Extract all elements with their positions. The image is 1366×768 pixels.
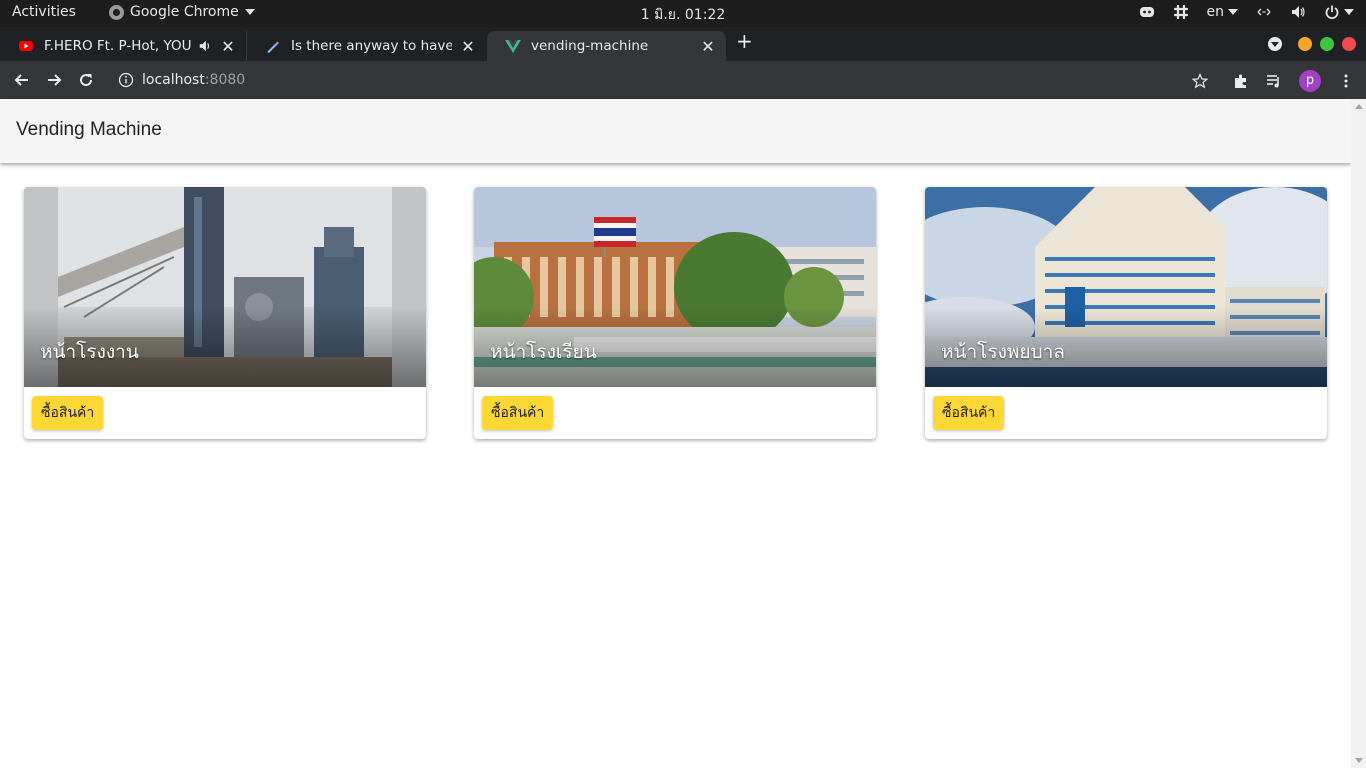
maximize-button[interactable] bbox=[1320, 37, 1334, 51]
card-caption: หน้าโรงพยบาล bbox=[941, 341, 1065, 363]
page-scrollbar[interactable] bbox=[1351, 99, 1366, 768]
power-icon bbox=[1325, 5, 1339, 19]
window-controls bbox=[1268, 37, 1356, 51]
volume-icon[interactable] bbox=[1290, 4, 1306, 20]
scroll-down-arrow[interactable] bbox=[1355, 758, 1363, 763]
tab-title: vending-machine bbox=[531, 38, 649, 54]
back-icon[interactable] bbox=[12, 70, 32, 90]
close-tab-icon[interactable]: ✕ bbox=[700, 37, 716, 56]
card-caption: หน้าโรงเรียน bbox=[490, 341, 597, 363]
activities-button[interactable]: Activities bbox=[12, 4, 76, 20]
tab-youtube[interactable]: F.HERO Ft. P-Hot, YOUNGOHM ✕ bbox=[0, 31, 246, 61]
card-school: หน้าโรงเรียน ซื้อสินค้า bbox=[474, 187, 876, 439]
close-window-button[interactable] bbox=[1342, 37, 1356, 51]
chevron-down-icon bbox=[1228, 9, 1238, 15]
address-bar[interactable]: localhost:8080 bbox=[108, 65, 1220, 95]
buy-button[interactable]: ซื้อสินค้า bbox=[32, 396, 104, 430]
scroll-up-arrow[interactable] bbox=[1355, 104, 1363, 109]
url-port: :8080 bbox=[204, 72, 246, 88]
buy-button[interactable]: ซื้อสินค้า bbox=[933, 396, 1005, 430]
forward-icon[interactable] bbox=[44, 70, 64, 90]
pencil-icon bbox=[267, 41, 279, 53]
extensions-icon[interactable] bbox=[1233, 73, 1249, 89]
url-host: localhost bbox=[142, 72, 205, 88]
slack-icon[interactable] bbox=[1173, 4, 1189, 20]
tab-vending-machine[interactable]: vending-machine ✕ bbox=[487, 31, 726, 61]
language-selector[interactable]: en bbox=[1206, 4, 1238, 20]
network-icon[interactable] bbox=[1256, 4, 1272, 20]
app-menu-label: Google Chrome bbox=[130, 4, 239, 20]
reload-icon[interactable] bbox=[76, 70, 96, 90]
speaker-icon[interactable] bbox=[198, 39, 212, 53]
new-tab-button[interactable]: + bbox=[736, 29, 753, 53]
card-factory: หน้าโรงงาน ซื้อสินค้า bbox=[24, 187, 426, 439]
factory-image: หน้าโรงงาน bbox=[24, 187, 426, 387]
app-bar: Vending Machine bbox=[0, 99, 1351, 163]
tab-search-icon[interactable] bbox=[1268, 37, 1282, 51]
card-caption: หน้าโรงงาน bbox=[40, 341, 139, 363]
card-hospital: หน้าโรงพยบาล ซื้อสินค้า bbox=[925, 187, 1327, 439]
chevron-down-icon bbox=[1344, 9, 1354, 15]
youtube-icon bbox=[19, 41, 33, 51]
close-tab-icon[interactable]: ✕ bbox=[460, 37, 476, 56]
tab-title: F.HERO Ft. P-Hot, YOUNGOHM bbox=[44, 38, 192, 54]
power-menu[interactable] bbox=[1324, 4, 1354, 20]
tab-strip: F.HERO Ft. P-Hot, YOUNGOHM ✕ Is there an… bbox=[0, 27, 1366, 61]
tab-title: Is there anyway to have Vuetify bbox=[291, 38, 452, 54]
close-tab-icon[interactable]: ✕ bbox=[220, 37, 236, 56]
school-image: หน้าโรงเรียน bbox=[474, 187, 876, 387]
info-icon[interactable] bbox=[118, 72, 134, 88]
app-menu[interactable]: Google Chrome bbox=[109, 4, 255, 20]
page-content: Vending Machine หน้าโรงงาน ซื้อสินค้า หน… bbox=[0, 99, 1351, 768]
system-tray: en bbox=[1139, 4, 1354, 20]
toolbar-actions: p bbox=[1192, 70, 1354, 92]
page-title: Vending Machine bbox=[16, 119, 162, 140]
vue-icon bbox=[505, 40, 521, 53]
hospital-image: หน้าโรงพยบาล bbox=[925, 187, 1327, 387]
browser-toolbar: localhost:8080 p bbox=[0, 61, 1366, 99]
media-control-icon[interactable] bbox=[1266, 73, 1282, 89]
system-top-bar: Activities Google Chrome 1 มิ.ย. 01:22 e… bbox=[0, 0, 1366, 27]
language-label: en bbox=[1206, 4, 1225, 20]
chrome-icon bbox=[109, 4, 124, 20]
buy-button[interactable]: ซื้อสินค้า bbox=[482, 396, 554, 430]
profile-avatar[interactable]: p bbox=[1299, 70, 1321, 92]
chevron-down-icon bbox=[244, 9, 255, 15]
star-icon[interactable] bbox=[1192, 73, 1208, 89]
tab-stackoverflow[interactable]: Is there anyway to have Vuetify ✕ bbox=[246, 31, 486, 61]
discord-icon[interactable] bbox=[1139, 4, 1155, 20]
minimize-button[interactable] bbox=[1298, 37, 1312, 51]
more-menu-icon[interactable] bbox=[1338, 73, 1354, 89]
